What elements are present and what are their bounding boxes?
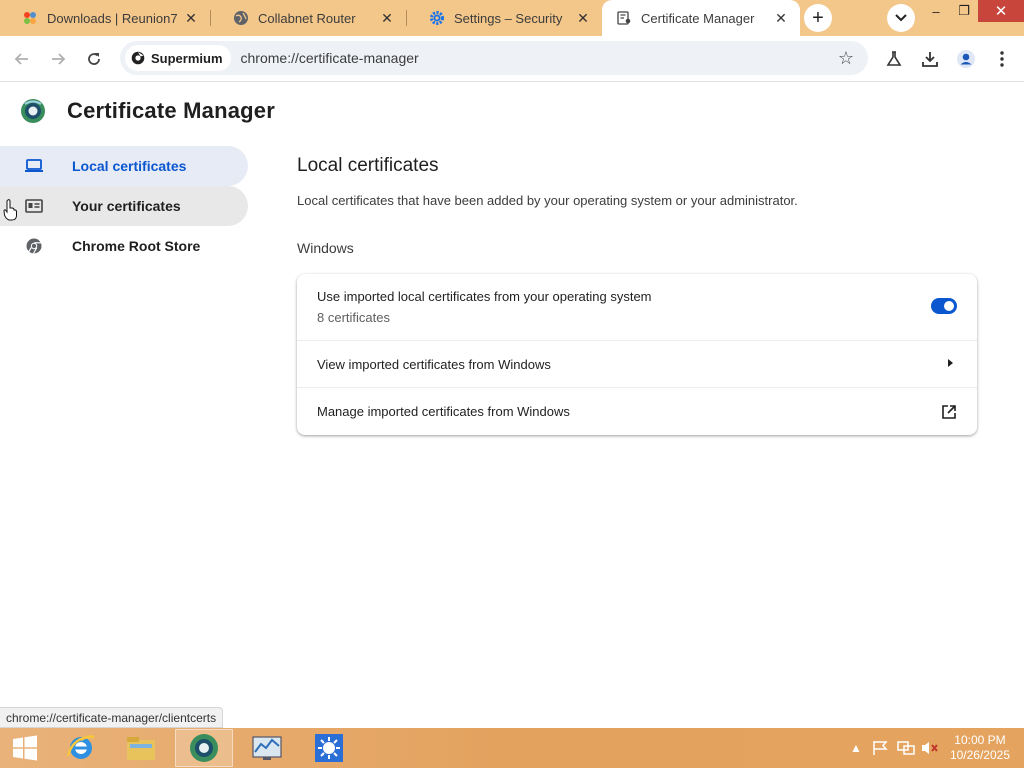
sidebar-item-local-certificates[interactable]: Local certificates (0, 146, 248, 186)
row-label: Manage imported certificates from Window… (317, 404, 570, 419)
arrow-right-icon (948, 359, 953, 367)
windows-settings-card: Use imported local certificates from you… (297, 274, 977, 435)
sidebar-item-label: Local certificates (72, 158, 187, 174)
tab-certificate-manager[interactable]: Certificate Manager ✕ (602, 0, 800, 36)
certificate-icon (616, 10, 632, 26)
arrow-left-icon (14, 53, 28, 65)
chevron-down-icon (895, 14, 907, 22)
minimize-button[interactable]: – (922, 0, 950, 22)
row-label: View imported certificates from Windows (317, 356, 551, 372)
tab-collabnet-router[interactable]: Collabnet Router ✕ (211, 0, 406, 36)
maximize-button[interactable]: ❐ (950, 0, 978, 22)
sun-icon (315, 734, 343, 762)
address-bar[interactable]: Supermium chrome://certificate-manager ☆ (120, 41, 868, 75)
tab-close-button[interactable]: ✕ (182, 9, 200, 27)
clock-time: 10:00 PM (954, 733, 1006, 747)
tab-close-button[interactable]: ✕ (378, 9, 396, 27)
use-imported-certs-row[interactable]: Use imported local certificates from you… (297, 274, 977, 340)
view-imported-certs-row[interactable]: View imported certificates from Windows (297, 340, 977, 387)
menu-button[interactable] (987, 44, 1017, 74)
avatar-icon (957, 50, 975, 68)
action-center-flag-icon[interactable] (872, 728, 890, 768)
taskbar-resource-monitor[interactable] (238, 729, 296, 767)
tab-title: Downloads | Reunion7 (47, 10, 178, 26)
sidebar-item-label: Your certificates (72, 198, 181, 214)
forward-button[interactable] (43, 44, 73, 74)
laptop-icon (25, 159, 43, 172)
tab-title: Certificate Manager (641, 10, 755, 26)
labs-flask-button[interactable] (879, 44, 909, 74)
tab-downloads-reunion7[interactable]: Downloads | Reunion7 ✕ (0, 0, 210, 36)
use-imported-certs-toggle[interactable] (931, 298, 957, 314)
tab-title: Settings – Security (454, 10, 563, 26)
reload-icon (88, 53, 100, 65)
section-description: Local certificates that have been added … (297, 193, 798, 208)
page-header: Certificate Manager (0, 82, 1024, 142)
folder-icon (127, 737, 155, 760)
arrow-right-icon (52, 53, 66, 65)
taskbar-settings-app[interactable] (300, 729, 358, 767)
link-status-bubble: chrome://certificate-manager/clientcerts (0, 707, 224, 728)
network-icon[interactable] (897, 728, 915, 768)
certificate-count: 8 certificates (317, 310, 390, 325)
monitor-chart-icon (252, 736, 282, 760)
tab-settings-security[interactable]: Settings – Security ✕ (407, 0, 602, 36)
back-button[interactable] (7, 44, 37, 74)
main-content: Local certificates Local certificates th… (297, 146, 977, 435)
flask-icon (886, 51, 902, 66)
windows-taskbar: ▲ 10:00 PM 10/26/2025 (0, 728, 1024, 768)
joomla-icon (22, 10, 38, 26)
supermium-icon (131, 51, 145, 65)
supermium-icon (190, 734, 218, 762)
close-window-button[interactable]: ✕ (978, 0, 1024, 22)
taskbar-internet-explorer[interactable] (52, 729, 110, 767)
taskbar-clock[interactable]: 10:00 PM 10/26/2025 (950, 733, 1010, 763)
downloads-button[interactable] (915, 44, 945, 74)
hand-cursor-icon (3, 199, 17, 221)
id-card-icon (25, 199, 43, 213)
url-text: chrome://certificate-manager (240, 50, 419, 66)
tab-close-button[interactable]: ✕ (772, 9, 790, 27)
profile-button[interactable] (951, 44, 981, 74)
new-tab-button[interactable]: + (804, 4, 832, 32)
internet-explorer-icon (66, 735, 95, 759)
reload-button[interactable] (79, 44, 109, 74)
tab-close-button[interactable]: ✕ (574, 9, 592, 27)
row-label: Use imported local certificates from you… (317, 289, 652, 304)
site-chip-label: Supermium (151, 50, 223, 66)
taskbar-supermium-browser[interactable] (175, 729, 233, 767)
page-title: Certificate Manager (67, 98, 275, 123)
sidebar-item-chrome-root-store[interactable]: Chrome Root Store (0, 226, 248, 266)
external-link-icon (942, 405, 956, 419)
clock-date: 10/26/2025 (949, 748, 1010, 762)
volume-muted-icon[interactable] (920, 728, 940, 768)
download-icon (922, 52, 938, 67)
toggle-knob (944, 301, 954, 311)
windows-logo-icon (13, 735, 37, 761)
show-hidden-icons-button[interactable]: ▲ (850, 728, 862, 768)
taskbar-file-explorer[interactable] (112, 729, 170, 767)
supermium-logo-icon (21, 99, 45, 123)
sidebar-nav: Local certificates Your certificates Chr… (0, 146, 250, 266)
manage-imported-certs-row[interactable]: Manage imported certificates from Window… (297, 387, 977, 435)
globe-icon (233, 10, 249, 26)
section-heading: Local certificates (297, 155, 439, 176)
gear-icon (429, 10, 445, 26)
chrome-icon (26, 238, 42, 254)
windows-subheading: Windows (297, 240, 354, 256)
sidebar-item-your-certificates[interactable]: Your certificates (0, 186, 248, 226)
sidebar-item-label: Chrome Root Store (72, 238, 201, 254)
tab-search-button[interactable] (887, 4, 915, 32)
tab-strip: Downloads | Reunion7 ✕ Collabnet Router … (0, 0, 1024, 36)
bookmark-star-icon[interactable]: ☆ (838, 48, 854, 69)
browser-toolbar: Supermium chrome://certificate-manager ☆ (0, 36, 1024, 82)
site-info-chip[interactable]: Supermium (125, 45, 231, 71)
start-button[interactable] (0, 729, 50, 767)
kebab-menu-icon (1000, 51, 1004, 67)
tab-title: Collabnet Router (258, 10, 356, 26)
